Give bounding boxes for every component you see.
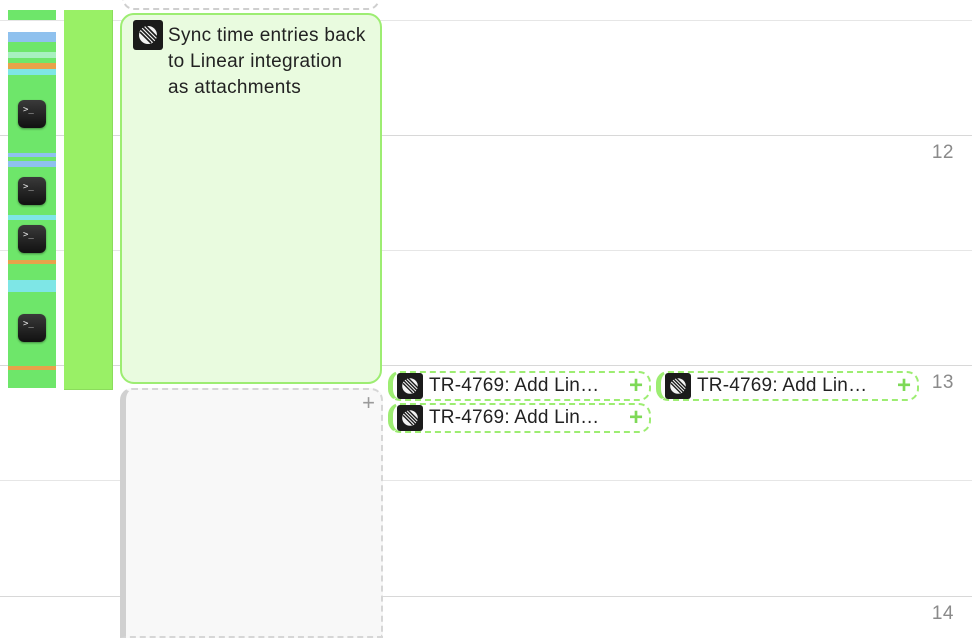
terminal-icon: >_ — [18, 314, 46, 342]
linear-icon — [665, 373, 691, 399]
activity-segment — [8, 42, 56, 52]
add-icon[interactable]: + — [629, 374, 643, 398]
activity-segment — [8, 280, 56, 292]
previous-event-placeholder[interactable] — [122, 0, 380, 10]
terminal-icon: >_ — [18, 100, 46, 128]
hour-label-12: 12 — [931, 142, 954, 163]
time-entry-card[interactable]: Sync time entries back to Linear integra… — [120, 13, 382, 384]
time-entry-title: Sync time entries back to Linear integra… — [168, 25, 366, 98]
terminal-icon: >_ — [18, 225, 46, 253]
suggestion-chip[interactable]: TR-4769: Add Lin… + — [388, 371, 651, 401]
hour-label-13: 13 — [931, 372, 954, 393]
add-icon[interactable]: + — [897, 374, 911, 398]
add-icon[interactable]: + — [629, 406, 643, 430]
activity-segment — [8, 10, 56, 20]
linear-icon — [133, 20, 163, 50]
activity-segment — [8, 370, 56, 388]
linear-icon — [397, 405, 423, 431]
suggestion-label: TR-4769: Add Lin… — [429, 375, 600, 396]
add-entry-icon[interactable]: + — [362, 392, 375, 414]
activity-timeline[interactable]: >_ >_ >_ >_ — [8, 10, 56, 388]
suggestion-chip[interactable]: TR-4769: Add Lin… + — [656, 371, 919, 401]
activity-segment — [8, 264, 56, 280]
activity-segment — [8, 32, 56, 42]
suggestion-label: TR-4769: Add Lin… — [697, 375, 868, 396]
suggestion-label: TR-4769: Add Lin… — [429, 407, 600, 428]
terminal-icon: >_ — [18, 177, 46, 205]
empty-time-slot[interactable]: + — [120, 388, 383, 638]
tracked-time-bar[interactable] — [64, 10, 113, 390]
linear-icon — [397, 373, 423, 399]
suggestion-chip[interactable]: TR-4769: Add Lin… + — [388, 403, 651, 433]
